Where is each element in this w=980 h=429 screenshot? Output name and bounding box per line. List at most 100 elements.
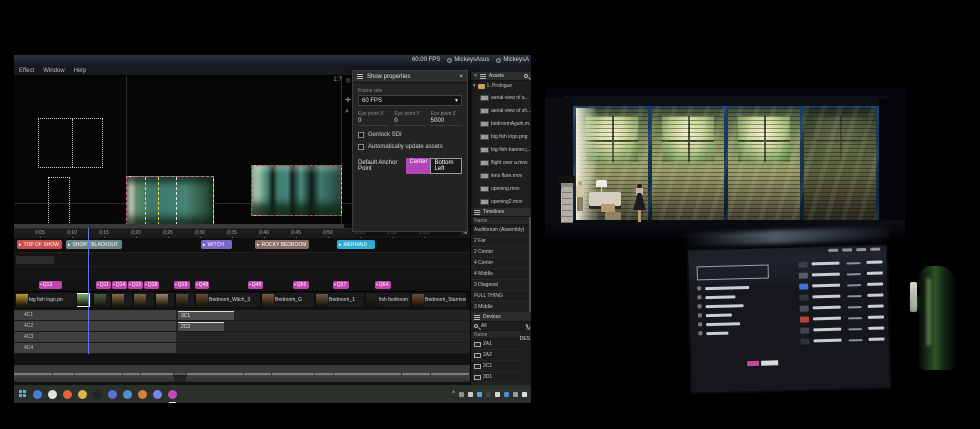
asset-item[interactable]: opening.mov bbox=[471, 182, 531, 195]
timeline-clip[interactable] bbox=[134, 293, 154, 307]
timeline-lane[interactable] bbox=[14, 253, 470, 267]
chrome-icon[interactable] bbox=[63, 390, 72, 399]
timeline-clip[interactable]: Bedroom_1 bbox=[316, 293, 364, 307]
asset-item[interactable]: opening2.mov bbox=[471, 195, 531, 208]
photos-app-icon[interactable] bbox=[33, 390, 42, 399]
timeline-clip[interactable] bbox=[112, 293, 132, 307]
files-folder-icon[interactable] bbox=[78, 390, 87, 399]
cue-marker[interactable]: ▸MERMAID bbox=[337, 240, 375, 249]
asset-item[interactable]: bedroomAgain.m... bbox=[471, 117, 531, 130]
anchor-option-bottom-left[interactable]: Bottom Left bbox=[430, 158, 462, 174]
timeline-row[interactable]: 2 Far bbox=[471, 236, 531, 247]
timeline-clip[interactable]: fish bedroom 1 bbox=[366, 293, 410, 307]
cue-marker[interactable]: ▸TOP OF SHOW bbox=[17, 240, 62, 249]
devices-filter-select[interactable]: All bbox=[481, 323, 487, 329]
close-icon[interactable]: × bbox=[474, 73, 477, 79]
track-row[interactable]: 4C3 bbox=[14, 332, 470, 343]
timeline-row[interactable]: 4 Center bbox=[471, 258, 531, 269]
settings-gear-icon[interactable] bbox=[123, 390, 132, 399]
orange-app-icon[interactable] bbox=[138, 390, 147, 399]
close-icon[interactable]: × bbox=[459, 74, 463, 80]
timeline-clip[interactable]: Bedroom_G bbox=[262, 293, 314, 307]
search-icon[interactable] bbox=[524, 74, 528, 78]
tray-icon[interactable] bbox=[486, 392, 491, 397]
surface-outline-wide[interactable] bbox=[38, 118, 103, 168]
asset-item[interactable]: aerial-view of sh... bbox=[471, 104, 531, 117]
windows-start-button[interactable] bbox=[19, 390, 27, 398]
menu-effect[interactable]: Effect bbox=[19, 68, 34, 74]
dark-app-icon[interactable] bbox=[93, 390, 102, 399]
timeline-row[interactable]: 3 Diagonal bbox=[471, 280, 531, 291]
cue-number-badge[interactable]: ▪Q56 bbox=[293, 281, 309, 289]
cue-number-badge[interactable]: ▪Q19 bbox=[174, 281, 190, 289]
mapped-media-pond[interactable] bbox=[126, 176, 214, 226]
cue-number-badge[interactable]: ▪Q16 bbox=[128, 281, 143, 289]
fit-view-icon[interactable]: ◎ bbox=[346, 77, 351, 84]
track-row[interactable]: 4C2 bbox=[14, 321, 470, 332]
surface-outline-small[interactable] bbox=[48, 177, 70, 225]
tray-icon[interactable] bbox=[495, 392, 500, 397]
timeline-clip[interactable] bbox=[94, 293, 110, 307]
panel-menu-icon[interactable] bbox=[474, 210, 480, 211]
playhead[interactable] bbox=[88, 228, 89, 354]
cue-number-badge[interactable]: ▪Q14 bbox=[112, 281, 127, 289]
panel-menu-icon[interactable] bbox=[357, 74, 363, 75]
tray-icon[interactable] bbox=[459, 392, 464, 397]
timeline-row[interactable]: 2 Center bbox=[471, 247, 531, 258]
timeline-row[interactable]: Auditorium (Assembly) bbox=[471, 225, 531, 236]
cue-marker[interactable]: ▸SHORT BLACKOUT bbox=[66, 240, 122, 249]
cue-number-badge[interactable]: ▪Q64 bbox=[375, 281, 391, 289]
cue-number-badge[interactable]: ▪Q18 bbox=[144, 281, 159, 289]
menu-window[interactable]: Window bbox=[43, 68, 64, 74]
tray-chevron-up-icon[interactable]: ^ bbox=[452, 391, 455, 397]
cue-number-badge[interactable]: ▪Q13 bbox=[39, 281, 62, 289]
eye-point-x-field[interactable]: 0 bbox=[358, 118, 389, 126]
device-row[interactable]: 2A2 bbox=[471, 350, 521, 361]
timeline-clip[interactable] bbox=[156, 293, 174, 307]
asset-item[interactable]: lens flare.mov bbox=[471, 169, 531, 182]
anchor-option-center[interactable]: Center bbox=[406, 158, 430, 174]
cue-marker[interactable]: ▸WITCH bbox=[201, 240, 232, 249]
device-row[interactable]: 3D1 bbox=[471, 372, 521, 383]
magenta-app-icon[interactable] bbox=[168, 390, 177, 399]
frame-rate-select[interactable]: 60 FPS ▾ bbox=[358, 95, 462, 106]
timeline-row[interactable]: FULL THING bbox=[471, 291, 531, 302]
panel-menu-icon[interactable] bbox=[474, 315, 480, 316]
cue-number-badge[interactable]: ▪Q49 bbox=[248, 281, 263, 289]
genlock-checkbox[interactable] bbox=[358, 132, 364, 138]
auto-update-checkbox[interactable] bbox=[358, 144, 364, 150]
zoom-tool-icon[interactable]: ⌕ bbox=[345, 108, 351, 116]
timeline-clip[interactable] bbox=[176, 293, 194, 307]
window-app-icon[interactable] bbox=[48, 390, 57, 399]
mapped-media-panels[interactable] bbox=[251, 165, 342, 216]
timeline-clip[interactable]: big fish logo.pn bbox=[16, 293, 76, 307]
teams-app-icon[interactable] bbox=[153, 390, 162, 399]
track-row[interactable]: 4C4 bbox=[14, 343, 470, 354]
eye-point-y-field[interactable]: 0 bbox=[394, 118, 425, 126]
asset-item[interactable]: aerial-view of a... bbox=[471, 91, 531, 104]
tray-icon[interactable] bbox=[522, 392, 527, 397]
timeline-row[interactable]: 4 Middle bbox=[471, 269, 531, 280]
eye-point-z-field[interactable]: 5000 bbox=[431, 118, 462, 126]
device-row[interactable]: 3C1 bbox=[471, 361, 521, 372]
cue-number-badge[interactable]: ▪Q11 bbox=[96, 281, 111, 289]
cue-number-badge[interactable]: ▪Q48 bbox=[195, 281, 209, 289]
device-row[interactable]: 2A1 bbox=[471, 339, 521, 350]
menu-help[interactable]: Help bbox=[74, 68, 86, 74]
show-properties-header[interactable]: Show properties × bbox=[353, 71, 467, 83]
asset-item[interactable]: big fish logo.png bbox=[471, 130, 531, 143]
asset-item[interactable]: flight over a.mov bbox=[471, 156, 531, 169]
tray-icon[interactable] bbox=[513, 392, 518, 397]
track-clip[interactable]: 3C1 bbox=[178, 311, 234, 320]
tray-icon[interactable] bbox=[504, 392, 509, 397]
asset-item[interactable]: big-fish-banner.j... bbox=[471, 143, 531, 156]
timeline-clip[interactable] bbox=[77, 293, 92, 307]
panel-menu-icon[interactable] bbox=[480, 74, 486, 75]
tray-icon[interactable] bbox=[477, 392, 482, 397]
discord-icon[interactable] bbox=[108, 390, 117, 399]
tray-icon[interactable] bbox=[468, 392, 473, 397]
machine-status-1[interactable]: MickeysAsus bbox=[447, 57, 489, 63]
cue-number-badge[interactable]: ▪Q57 bbox=[333, 281, 349, 289]
chevron-down-icon[interactable]: ▾ bbox=[473, 83, 476, 89]
timeline-overview-strip[interactable] bbox=[14, 365, 470, 382]
